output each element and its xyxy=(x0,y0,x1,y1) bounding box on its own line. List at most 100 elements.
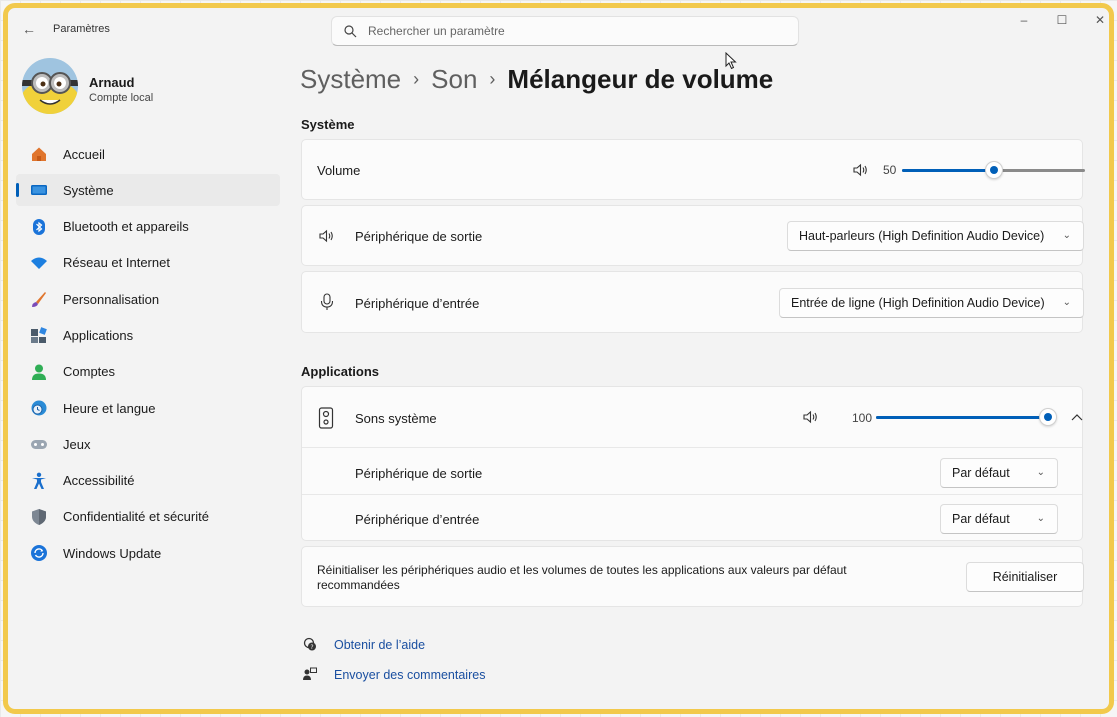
shield-icon xyxy=(30,508,48,526)
output-device-card: Périphérique de sortie Haut-parleurs (Hi… xyxy=(301,205,1084,266)
reset-card: Réinitialiser les périphériques audio et… xyxy=(301,546,1084,607)
sidebar-item-applications[interactable]: Applications xyxy=(16,319,280,351)
reset-description-line1: Réinitialiser les périphériques audio et… xyxy=(317,563,847,577)
sidebar-item-label: Accessibilité xyxy=(63,473,135,489)
page-title: Mélangeur de volume xyxy=(507,64,774,94)
microphone-icon xyxy=(320,293,334,310)
volume-value: 50 xyxy=(883,163,897,177)
maximize-icon: ☐ xyxy=(1056,13,1068,27)
minimize-icon: – xyxy=(1020,13,1028,27)
slider-thumb[interactable] xyxy=(985,161,1003,179)
user-profile[interactable]: Arnaud Compte local xyxy=(22,58,282,118)
chevron-down-icon: ⌄ xyxy=(1062,297,1071,308)
system-icon xyxy=(30,181,48,199)
help-icon: ? xyxy=(303,637,316,651)
section-title-applications: Applications xyxy=(301,364,380,379)
sidebar-item-label: Applications xyxy=(63,327,134,343)
speaker-icon[interactable] xyxy=(802,409,818,425)
input-device-label: Périphérique d’entrée xyxy=(355,296,480,311)
output-device-label: Périphérique de sortie xyxy=(355,229,483,244)
account-type: Compte local xyxy=(89,92,154,104)
slider-thumb[interactable] xyxy=(1039,408,1057,426)
breadcrumb: Système › Son › Mélangeur de volume xyxy=(300,64,773,95)
slider-fill xyxy=(902,169,994,172)
reset-description: Réinitialiser les périphériques audio et… xyxy=(317,563,847,593)
maximize-button[interactable]: ☐ xyxy=(1043,8,1081,36)
app-title: Paramètres xyxy=(53,23,110,35)
title-bar: ← Paramètres – ☐ ✕ xyxy=(8,8,1109,50)
feedback-icon xyxy=(303,667,317,680)
sidebar-item-label: Système xyxy=(63,182,114,198)
sidebar-item-confidentialite[interactable]: Confidentialité et sécurité xyxy=(16,501,280,533)
sidebar-item-reseau[interactable]: Réseau et Internet xyxy=(16,247,280,279)
apps-icon xyxy=(30,326,48,344)
speaker-device-icon xyxy=(318,407,334,429)
speaker-icon[interactable] xyxy=(852,162,868,178)
user-name: Arnaud xyxy=(89,75,135,90)
input-device-selected: Entrée de ligne (High Definition Audio D… xyxy=(791,296,1045,310)
sidebar-item-systeme[interactable]: Système xyxy=(16,174,280,207)
volume-label: Volume xyxy=(317,163,361,178)
app-input-selected: Par défaut xyxy=(952,512,1010,526)
input-device-dropdown[interactable]: Entrée de ligne (High Definition Audio D… xyxy=(779,288,1084,318)
chevron-up-icon[interactable] xyxy=(1071,413,1083,421)
output-device-selected: Haut-parleurs (High Definition Audio Dev… xyxy=(799,229,1045,243)
account-icon xyxy=(30,363,48,381)
sidebar-nav: Accueil Système Bluetooth et appareils R… xyxy=(16,138,280,574)
breadcrumb-systeme[interactable]: Système xyxy=(300,64,401,94)
chevron-down-icon: ⌄ xyxy=(1036,513,1045,524)
sidebar-item-label: Réseau et Internet xyxy=(63,255,170,271)
breadcrumb-separator: › xyxy=(413,69,420,89)
app-volume-card: Sons système 100 Périphérique de sortie … xyxy=(301,386,1083,541)
arrow-left-icon: ← xyxy=(22,21,36,37)
sidebar-item-comptes[interactable]: Comptes xyxy=(16,356,280,388)
app-output-label: Périphérique de sortie xyxy=(355,466,483,481)
sidebar-item-personnalisation[interactable]: Personnalisation xyxy=(16,283,280,315)
back-button[interactable]: ← xyxy=(18,18,40,40)
send-feedback-link[interactable]: Envoyer des commentaires xyxy=(334,668,485,682)
settings-window: ← Paramètres – ☐ ✕ xyxy=(3,3,1114,714)
gamepad-icon xyxy=(30,435,48,453)
divider xyxy=(302,494,1082,495)
close-button[interactable]: ✕ xyxy=(1081,8,1109,36)
sidebar-item-windows-update[interactable]: Windows Update xyxy=(16,537,280,569)
sidebar-item-accueil[interactable]: Accueil xyxy=(16,138,280,170)
brush-icon xyxy=(30,290,48,308)
volume-slider[interactable] xyxy=(902,160,1085,180)
sidebar-item-accessibilite[interactable]: Accessibilité xyxy=(16,465,280,497)
volume-card: Volume 50 xyxy=(301,139,1085,200)
breadcrumb-separator: › xyxy=(489,69,496,89)
home-icon xyxy=(30,145,48,163)
app-volume-value: 100 xyxy=(852,411,873,425)
wifi-icon xyxy=(30,254,48,272)
svg-text:?: ? xyxy=(310,644,313,651)
app-output-dropdown[interactable]: Par défaut ⌄ xyxy=(940,458,1058,488)
search-input[interactable] xyxy=(368,22,768,40)
reset-button[interactable]: Réinitialiser xyxy=(966,562,1084,592)
close-icon: ✕ xyxy=(1094,13,1106,27)
sidebar-item-label: Accueil xyxy=(63,146,105,162)
get-help-link[interactable]: Obtenir de l’aide xyxy=(334,638,425,652)
section-title-systeme: Système xyxy=(301,117,355,132)
clock-globe-icon xyxy=(30,399,48,417)
sidebar-item-heure[interactable]: Heure et langue xyxy=(16,392,280,424)
sidebar-item-jeux[interactable]: Jeux xyxy=(16,428,280,460)
minimize-button[interactable]: – xyxy=(1005,8,1043,36)
sidebar-item-label: Heure et langue xyxy=(63,400,156,416)
app-output-selected: Par défaut xyxy=(952,466,1010,480)
sidebar-item-label: Comptes xyxy=(63,364,116,380)
search-box[interactable] xyxy=(331,16,799,46)
accessibility-icon xyxy=(30,472,48,490)
app-input-dropdown[interactable]: Par défaut ⌄ xyxy=(940,504,1058,534)
app-input-label: Périphérique d’entrée xyxy=(355,512,480,527)
sidebar-item-label: Confidentialité et sécurité xyxy=(63,509,209,525)
speaker-icon xyxy=(319,229,333,243)
chevron-down-icon: ⌄ xyxy=(1036,467,1045,478)
sidebar-item-label: Personnalisation xyxy=(63,291,160,307)
search-icon xyxy=(344,25,357,38)
chevron-down-icon: ⌄ xyxy=(1062,230,1071,241)
output-device-dropdown[interactable]: Haut-parleurs (High Definition Audio Dev… xyxy=(787,221,1084,251)
breadcrumb-son[interactable]: Son xyxy=(431,64,477,94)
app-volume-slider[interactable] xyxy=(876,407,1057,427)
sidebar-item-bluetooth[interactable]: Bluetooth et appareils xyxy=(16,211,280,243)
